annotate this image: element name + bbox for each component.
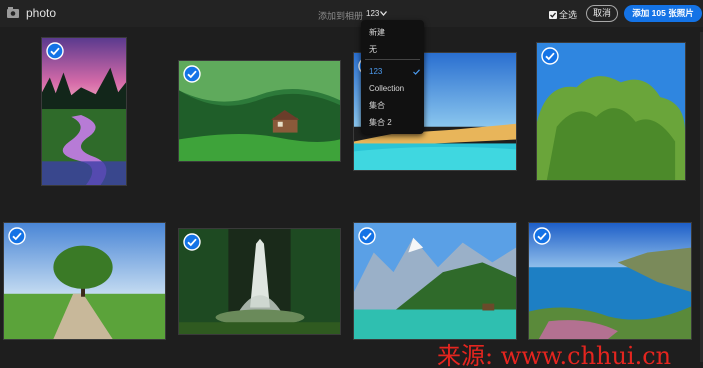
checkbox-checked-icon <box>549 10 557 19</box>
add-photos-button[interactable]: 添加 105 张照片 <box>624 5 702 22</box>
check-circle-icon <box>46 42 64 60</box>
menu-item-new[interactable]: 新建 <box>369 27 385 38</box>
photo-coastal-cliffs <box>529 223 691 339</box>
menu-item-set[interactable]: 集合 <box>369 100 385 111</box>
photo-forest-cabin <box>179 61 340 161</box>
check-circle-icon <box>183 65 201 83</box>
photo-lake-sunset <box>42 38 126 185</box>
album-select[interactable]: 123 <box>363 6 389 21</box>
cancel-button[interactable]: 取消 <box>586 5 618 22</box>
photo-mountain-lake <box>354 223 516 339</box>
add-to-album-label: 添加到相册 <box>318 11 364 21</box>
photo-fountain-garden <box>179 229 340 334</box>
check-circle-icon <box>358 227 376 245</box>
top-bar: photo 添加到相册 123 全选 取消 添加 105 张照片 <box>0 0 703 27</box>
photo-tile-6[interactable] <box>178 228 341 335</box>
photos-app-icon <box>7 7 19 18</box>
menu-divider <box>365 59 420 60</box>
photo-tile-1[interactable] <box>41 37 127 186</box>
photo-green-tree-sky <box>537 43 685 180</box>
select-all-checkbox[interactable]: 全选 <box>549 8 577 21</box>
check-circle-icon <box>183 233 201 251</box>
select-all-label: 全选 <box>559 10 578 20</box>
app-title: photo <box>26 6 57 20</box>
menu-item-123[interactable]: 123 <box>369 67 382 76</box>
checkmark-icon <box>413 69 420 75</box>
menu-item-set-2[interactable]: 集合 2 <box>369 117 392 128</box>
photo-tile-8[interactable] <box>528 222 692 340</box>
photo-tile-7[interactable] <box>353 222 517 340</box>
check-circle-icon <box>8 227 26 245</box>
menu-item-collection[interactable]: Collection <box>369 84 404 93</box>
photo-tile-2[interactable] <box>178 60 341 162</box>
photo-tree-field-path <box>4 223 165 339</box>
album-select-value: 123 <box>366 9 380 18</box>
chevron-down-icon <box>380 11 387 16</box>
watermark: 来源: www.chhui.cn <box>437 342 672 368</box>
menu-item-none[interactable]: 无 <box>369 44 377 55</box>
check-circle-icon <box>541 47 559 65</box>
photo-tile-5[interactable] <box>3 222 166 340</box>
check-circle-icon <box>533 227 551 245</box>
album-dropdown-menu: 新建 无 123 Collection 集合 集合 2 <box>361 20 424 134</box>
photo-tile-4[interactable] <box>536 42 686 181</box>
